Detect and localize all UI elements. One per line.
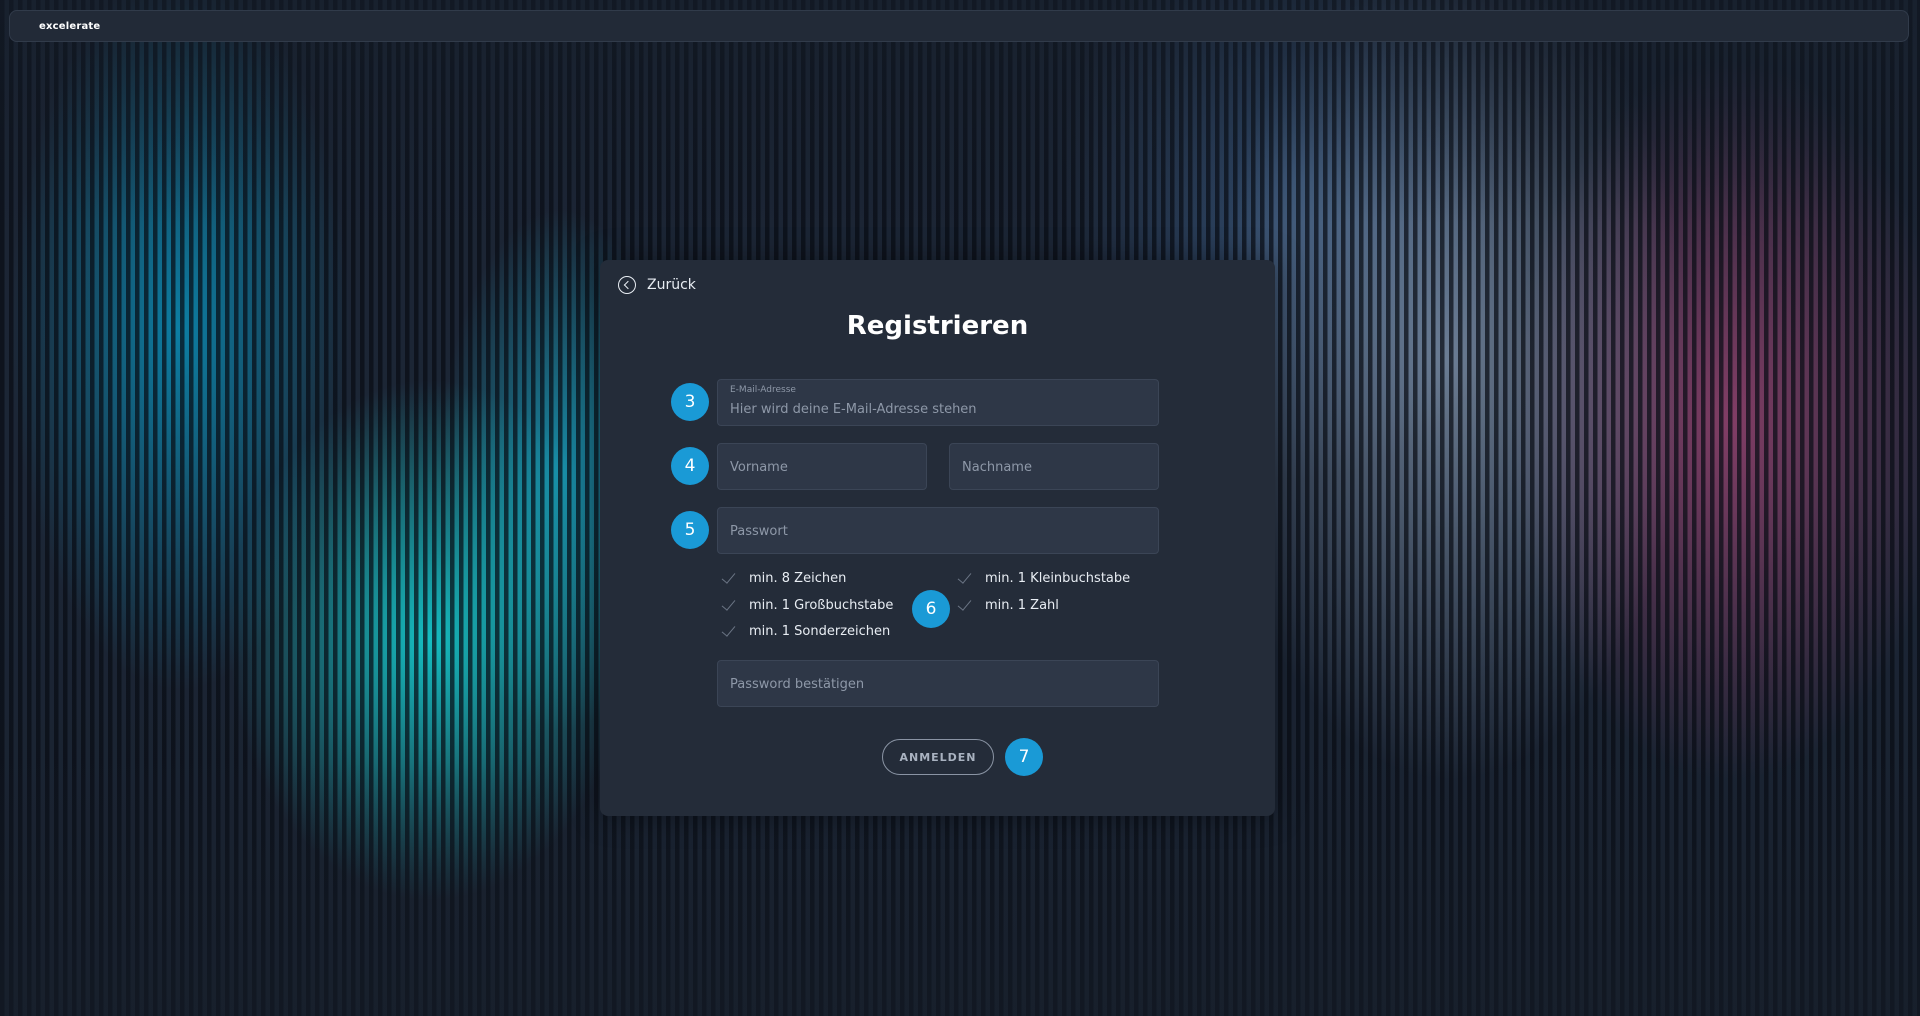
top-bar: excelerate — [9, 10, 1909, 42]
password-field[interactable] — [717, 507, 1159, 554]
annotation-badge-3: 3 — [671, 383, 709, 421]
first-name-input[interactable] — [730, 458, 914, 476]
check-icon — [719, 596, 737, 614]
back-button[interactable]: Zurück — [618, 276, 696, 294]
password-rule-special-char: min. 1 Sonderzeichen — [719, 622, 890, 640]
first-name-field[interactable] — [717, 443, 927, 490]
password-rule-uppercase: min. 1 Großbuchstabe — [719, 596, 893, 614]
rule-label: min. 1 Zahl — [985, 597, 1059, 613]
annotation-badge-5: 5 — [671, 511, 709, 549]
annotation-badge-6: 6 — [912, 590, 950, 628]
check-icon — [955, 596, 973, 614]
password-rule-number: min. 1 Zahl — [955, 596, 1059, 614]
password-input[interactable] — [730, 522, 1146, 540]
chevron-left-circle-icon — [618, 276, 636, 294]
page-title: Registrieren — [846, 311, 1029, 341]
rule-label: min. 1 Kleinbuchstabe — [985, 570, 1131, 586]
confirm-password-field[interactable] — [717, 660, 1159, 707]
confirm-password-input[interactable] — [730, 675, 1146, 693]
check-icon — [719, 622, 737, 640]
last-name-input[interactable] — [962, 458, 1146, 476]
password-rule-lowercase: min. 1 Kleinbuchstabe — [955, 569, 1130, 587]
registration-card: Zurück Registrieren 3 E-Mail-Adresse 4 5… — [600, 260, 1275, 816]
rule-label: min. 1 Sonderzeichen — [749, 623, 891, 639]
password-rule-min-length: min. 8 Zeichen — [719, 569, 846, 587]
check-icon — [719, 569, 737, 587]
check-icon — [955, 569, 973, 587]
rule-label: min. 1 Großbuchstabe — [749, 597, 894, 613]
email-field[interactable]: E-Mail-Adresse — [717, 379, 1159, 426]
email-input[interactable] — [730, 400, 1146, 418]
submit-button[interactable]: ANMELDEN — [882, 739, 994, 775]
annotation-badge-7: 7 — [1005, 738, 1043, 776]
annotation-badge-4: 4 — [671, 447, 709, 485]
email-label: E-Mail-Adresse — [730, 385, 796, 395]
back-label: Zurück — [647, 277, 696, 293]
last-name-field[interactable] — [949, 443, 1159, 490]
brand-logo[interactable]: excelerate — [39, 21, 100, 32]
rule-label: min. 8 Zeichen — [749, 570, 847, 586]
